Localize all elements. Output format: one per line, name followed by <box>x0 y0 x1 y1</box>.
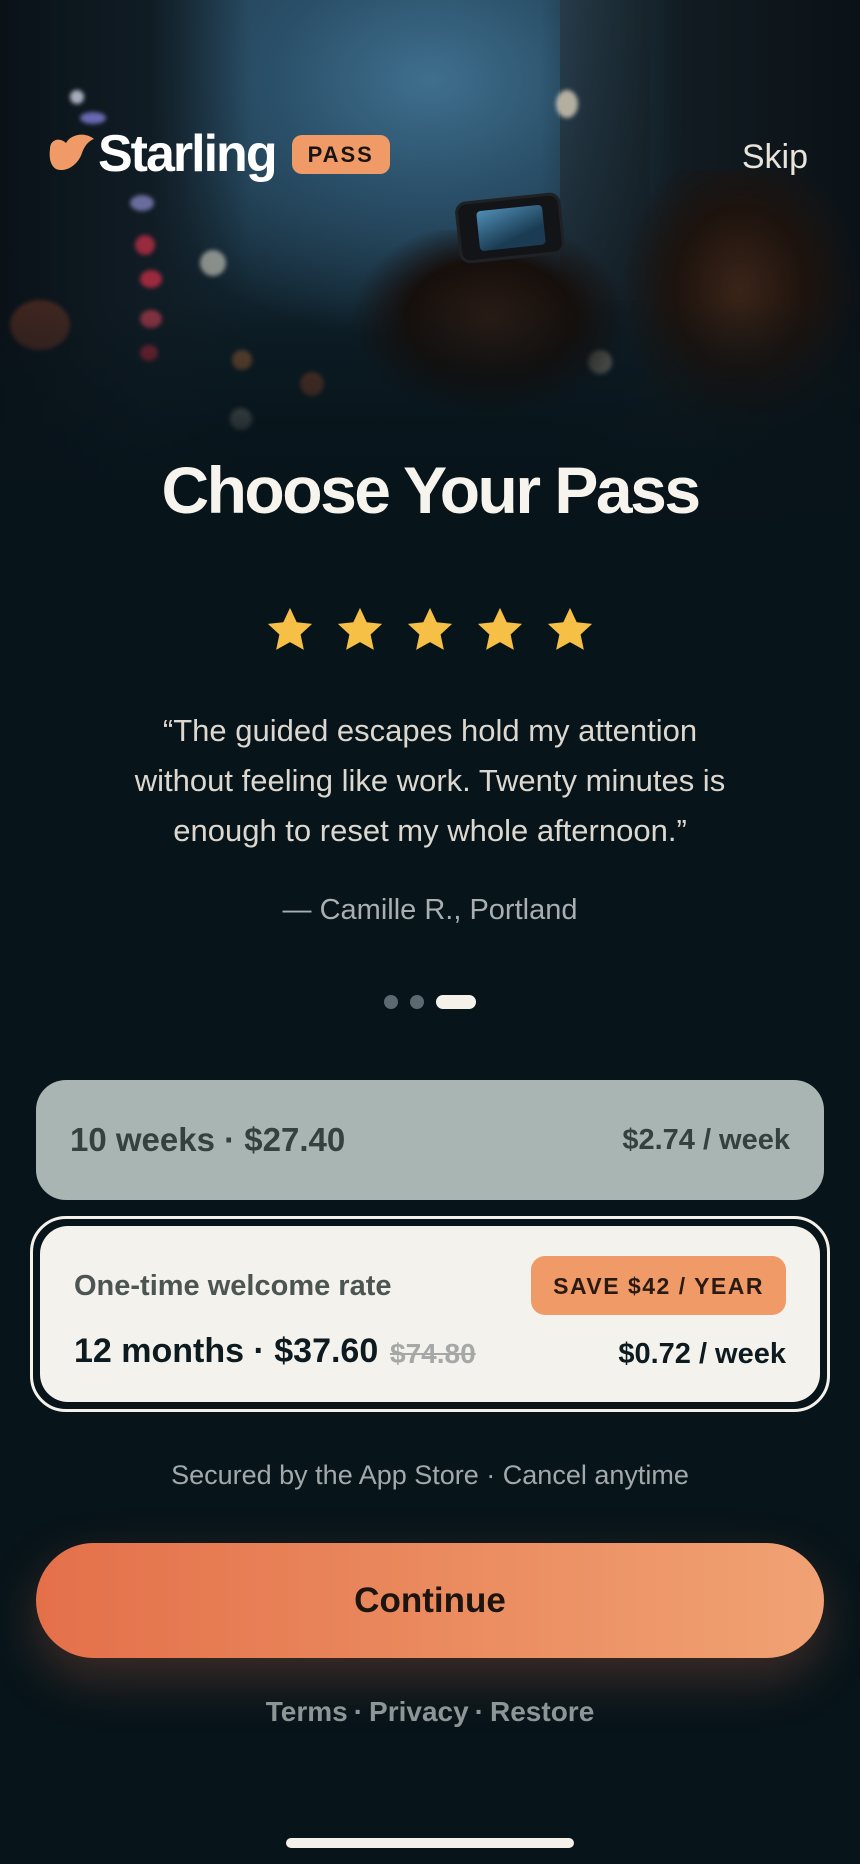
carousel-dot[interactable] <box>384 995 398 1009</box>
brand-name: Starling <box>98 125 278 183</box>
review-quote-line: enough to reset my whole afternoon.” <box>173 813 687 848</box>
star-icon <box>547 607 593 650</box>
paywall-screen: Starling PASS Skip Choose Your Pass “The… <box>0 0 860 1864</box>
star-icon <box>407 607 453 650</box>
plan-title: 12 months · $37.60 <box>74 1332 379 1370</box>
plan-per-week: $2.74 / week <box>622 1123 790 1156</box>
continue-button-label: Continue <box>354 1580 506 1620</box>
carousel-indicator <box>0 995 860 1009</box>
plan-label: One-time welcome rate <box>74 1270 392 1302</box>
restore-link[interactable]: Restore <box>490 1696 594 1727</box>
star-rating <box>0 604 860 656</box>
plan-option-12-months[interactable]: One-time welcome rate SAVE $42 / YEAR 12… <box>40 1226 820 1402</box>
home-indicator[interactable] <box>286 1838 574 1848</box>
secure-note: Secured by the App Store · Cancel anytim… <box>171 1460 689 1490</box>
plan-original-price: $74.80 <box>390 1338 476 1369</box>
carousel-dot[interactable] <box>410 995 424 1009</box>
footer-links: Terms · Privacy · Restore <box>0 1696 860 1728</box>
continue-button[interactable]: Continue <box>36 1543 824 1658</box>
star-icon <box>477 607 523 650</box>
review-quote-line: without feeling like work. Twenty minute… <box>134 763 726 798</box>
carousel-dot-active[interactable] <box>436 995 476 1009</box>
star-icon <box>337 607 383 650</box>
pass-badge: PASS <box>291 134 390 174</box>
bird-logo-icon <box>49 134 94 171</box>
plan-title: 10 weeks · $27.40 <box>70 1121 346 1158</box>
plan-option-10-weeks[interactable]: 10 weeks · $27.40 $2.74 / week <box>36 1080 824 1200</box>
review-quote: “The guided escapes hold my attention wi… <box>80 706 780 856</box>
brand-lockup: Starling PASS <box>44 128 390 180</box>
review-quote-line: “The guided escapes hold my attention <box>162 713 698 748</box>
link-separator: · <box>474 1696 484 1727</box>
privacy-link[interactable]: Privacy <box>369 1696 469 1727</box>
link-separator: · <box>353 1696 364 1727</box>
plan-per-week: $0.72 / week <box>618 1338 786 1370</box>
save-badge: SAVE $42 / YEAR <box>531 1256 786 1315</box>
review-author: — Camille R., Portland <box>282 894 578 926</box>
skip-button[interactable]: Skip <box>742 138 808 177</box>
star-icon <box>267 607 313 650</box>
terms-link[interactable]: Terms <box>266 1696 348 1727</box>
page-title: Choose Your Pass <box>161 453 701 527</box>
